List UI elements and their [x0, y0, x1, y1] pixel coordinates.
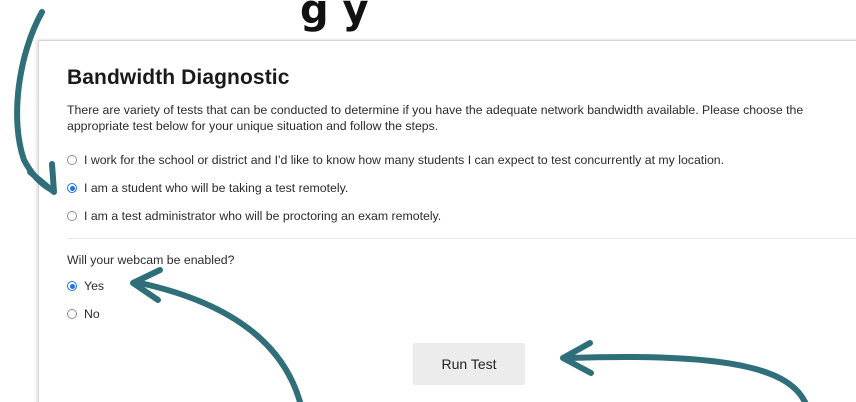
webcam-option-no[interactable]: No	[67, 307, 100, 321]
radio-webcam-yes[interactable]	[67, 281, 77, 291]
option-label: I am a test administrator who will be pr…	[84, 209, 442, 223]
option-test-administrator[interactable]: I am a test administrator who will be pr…	[67, 209, 441, 223]
webcam-no-label: No	[84, 307, 100, 321]
option-remote-student[interactable]: I am a student who will be taking a test…	[67, 181, 348, 195]
radio-test-administrator[interactable]	[67, 211, 77, 221]
section-divider	[67, 238, 856, 239]
intro-text: There are variety of tests that can be c…	[67, 103, 804, 133]
option-label: I work for the school or district and I'…	[84, 153, 725, 167]
radio-school-district[interactable]	[67, 155, 77, 165]
bandwidth-diagnostic-panel: Bandwidth Diagnostic There are variety o…	[38, 40, 856, 402]
webcam-option-yes[interactable]: Yes	[67, 279, 104, 293]
page-title: Bandwidth Diagnostic	[67, 66, 290, 89]
option-label: I am a student who will be taking a test…	[84, 181, 349, 195]
webcam-yes-label: Yes	[84, 279, 105, 293]
run-test-button[interactable]: Run Test	[413, 343, 525, 385]
webcam-question: Will your webcam be enabled?	[67, 253, 235, 267]
radio-remote-student[interactable]	[67, 183, 77, 193]
option-school-district[interactable]: I work for the school or district and I'…	[67, 153, 724, 167]
cropped-heading: g y	[300, 0, 369, 33]
screenshot-stage: g y Bandwidth Diagnostic There are varie…	[0, 0, 856, 402]
radio-webcam-no[interactable]	[67, 309, 77, 319]
